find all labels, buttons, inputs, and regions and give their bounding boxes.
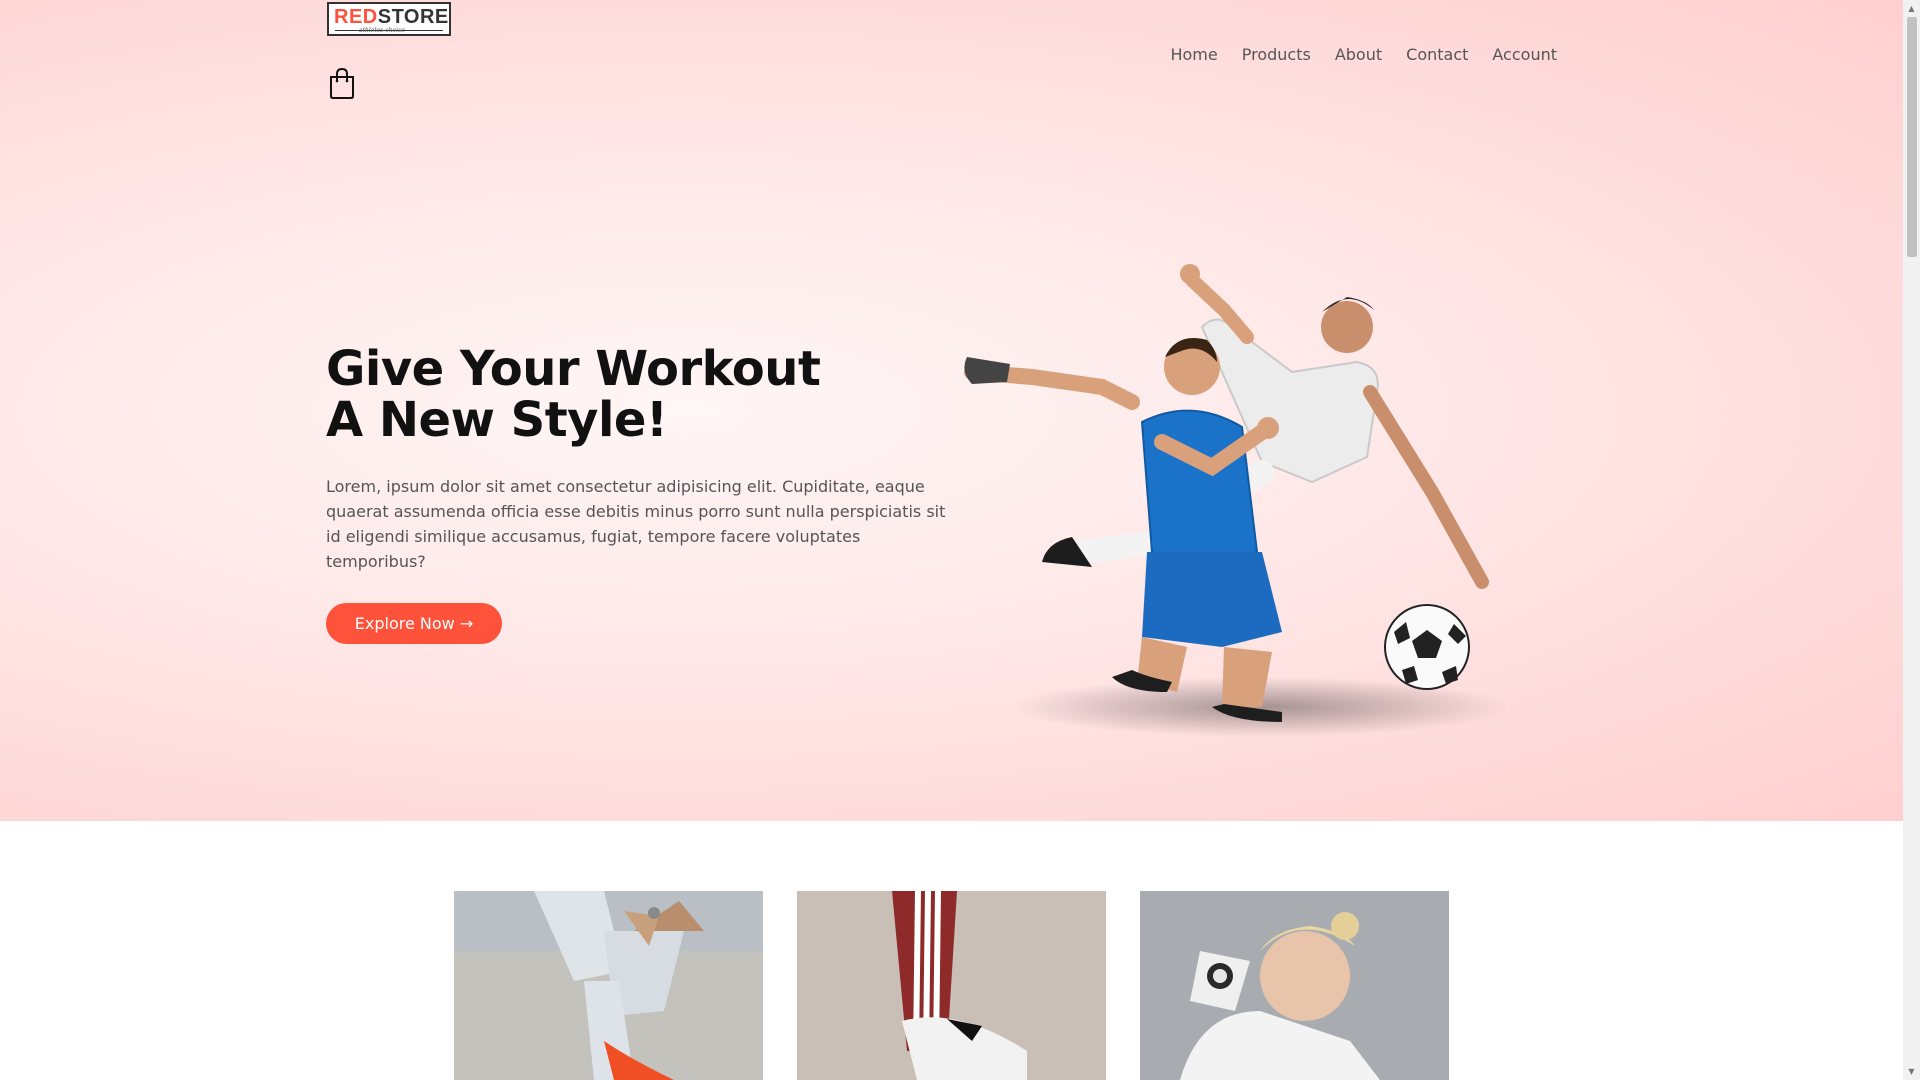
logo-text: REDSTORE [334, 6, 449, 28]
category-image-2[interactable] [797, 891, 1106, 1080]
nav-products-link[interactable]: Products [1242, 44, 1311, 66]
redstore-logo[interactable]: REDSTORE athletes choice [327, 2, 451, 36]
nav-contact-link[interactable]: Contact [1406, 44, 1468, 66]
category-image-1[interactable] [454, 891, 763, 1080]
nav-home-link[interactable]: Home [1170, 44, 1217, 66]
scroll-up-arrow-icon[interactable]: ▲ [1903, 0, 1920, 17]
football-players-image [962, 252, 1562, 742]
vertical-scrollbar[interactable]: ▲ ▼ [1903, 0, 1920, 1080]
logo-text-dark: STORE [377, 6, 449, 28]
nav-about-link[interactable]: About [1335, 44, 1382, 66]
main-nav: Home Products About Contact Account [1170, 44, 1557, 66]
hero-section: REDSTORE athletes choice Home Products A… [0, 0, 1903, 821]
nav-account-link[interactable]: Account [1492, 44, 1557, 66]
scroll-down-arrow-icon[interactable]: ▼ [1903, 1063, 1920, 1080]
shopping-bag-icon[interactable] [327, 67, 357, 99]
scroll-thumb[interactable] [1907, 17, 1917, 257]
category-image-3[interactable] [1140, 891, 1449, 1080]
logo-tagline: athletes choice [359, 27, 405, 34]
hero-title-line-2: A New Style! [326, 392, 668, 448]
page: REDSTORE athletes choice Home Products A… [0, 0, 1903, 1080]
explore-now-button[interactable]: Explore Now → [326, 603, 502, 644]
logo-text-red: RED [334, 6, 378, 28]
hero-title: Give Your Workout A New Style! [326, 344, 946, 446]
hero-description: Lorem, ipsum dolor sit amet consectetur … [326, 477, 946, 571]
hero-title-line-1: Give Your Workout [326, 341, 821, 397]
